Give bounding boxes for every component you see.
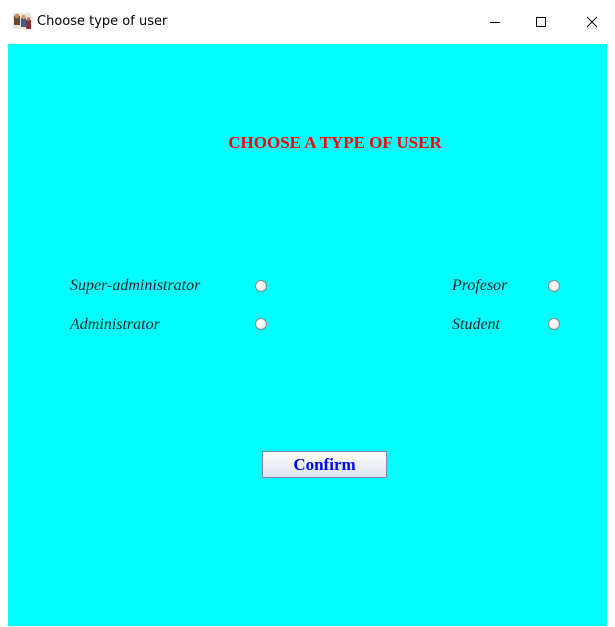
minimize-icon — [490, 22, 500, 23]
minimize-button[interactable] — [472, 0, 518, 44]
close-button[interactable] — [569, 0, 615, 44]
radio-super-administrator[interactable] — [255, 280, 267, 292]
page-heading: CHOOSE A TYPE OF USER — [228, 133, 442, 152]
title-bar[interactable]: Choose type of user — [0, 0, 615, 44]
radio-student[interactable] — [548, 318, 560, 330]
maximize-button[interactable] — [518, 0, 564, 44]
app-window: Choose type of user CHOOSE A TYPE OF USE… — [0, 0, 615, 627]
content-panel: CHOOSE A TYPE OF USER Super-administrato… — [8, 44, 607, 626]
option-label-super-administrator: Super-administrator — [70, 277, 201, 294]
option-label-profesor: Profesor — [452, 277, 508, 294]
option-label-administrator: Administrator — [70, 316, 160, 333]
radio-profesor[interactable] — [548, 280, 560, 292]
radio-administrator[interactable] — [255, 318, 267, 330]
option-label-student: Student — [452, 316, 500, 333]
maximize-icon — [536, 17, 546, 27]
window-title: Choose type of user — [37, 14, 168, 29]
confirm-button[interactable]: Confirm — [262, 451, 387, 478]
close-icon — [586, 16, 598, 28]
app-icon — [13, 13, 31, 29]
